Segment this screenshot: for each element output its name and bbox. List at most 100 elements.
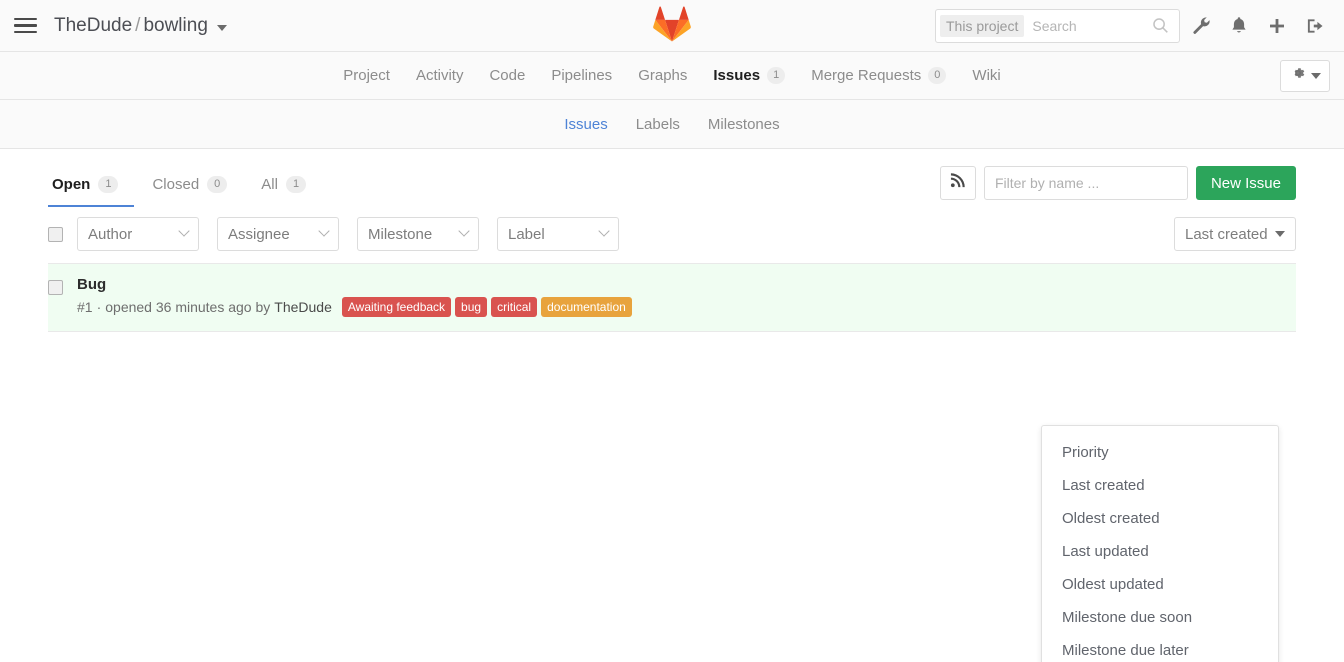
nav-label: Pipelines (551, 67, 612, 84)
sub-nav-item-milestones[interactable]: Milestones (694, 116, 794, 133)
chevron-down-icon (1275, 231, 1285, 237)
sort-option-last-updated[interactable]: Last updated (1042, 535, 1278, 568)
project-nav-items: Project Activity Code Pipelines Graphs I… (330, 52, 1013, 99)
sort-button-label: Last created (1185, 226, 1268, 243)
nav-item-project[interactable]: Project (330, 52, 403, 99)
chevron-down-icon (217, 25, 227, 31)
gear-icon (1290, 65, 1306, 86)
chevron-down-icon (178, 225, 189, 236)
issues-page-content: Open 1 Closed 0 All 1 (0, 149, 1344, 332)
nav-label: Merge Requests (811, 67, 921, 84)
label-chip[interactable]: critical (491, 297, 537, 317)
sub-nav-item-issues[interactable]: Issues (550, 116, 621, 133)
filter-by-name-input[interactable] (984, 166, 1188, 200)
sort-option-last-created[interactable]: Last created (1042, 469, 1278, 502)
issues-sub-nav: Issues Labels Milestones (0, 100, 1344, 149)
rss-icon (950, 173, 965, 193)
tab-all[interactable]: All 1 (257, 176, 322, 207)
nav-item-graphs[interactable]: Graphs (625, 52, 700, 99)
tab-label: Closed (152, 176, 199, 193)
nav-item-wiki[interactable]: Wiki (959, 52, 1013, 99)
issues-toolbar: Open 1 Closed 0 All 1 (48, 149, 1296, 207)
tab-count-closed: 0 (207, 176, 227, 192)
header-actions: This project (935, 9, 1332, 43)
issue-select-checkbox[interactable] (48, 280, 63, 295)
chevron-down-icon (318, 225, 329, 236)
issue-labels: Awaiting feedback bug critical documenta… (342, 297, 632, 317)
issue-body: Bug #1 · opened 36 minutes ago by TheDud… (77, 276, 632, 317)
chevron-down-icon (1311, 73, 1321, 79)
sort-option-oldest-created[interactable]: Oldest created (1042, 502, 1278, 535)
issue-meta-separator: · (97, 299, 102, 315)
breadcrumb[interactable]: TheDude / bowling (54, 15, 227, 37)
issue-filters-row: Author Assignee Milestone Label Last cre… (48, 207, 1296, 261)
filter-label: Milestone (368, 226, 432, 243)
wrench-icon[interactable] (1184, 9, 1218, 43)
filter-label: Label (508, 226, 545, 243)
filter-dropdown-label[interactable]: Label (497, 217, 619, 251)
issue-list: Bug #1 · opened 36 minutes ago by TheDud… (48, 263, 1296, 332)
search-input[interactable] (1024, 17, 1152, 35)
nav-label: Issues (713, 67, 760, 84)
sort-dropdown-button[interactable]: Last created (1174, 217, 1296, 251)
sub-nav-label: Issues (564, 116, 607, 133)
sign-out-icon[interactable] (1298, 9, 1332, 43)
nav-label: Project (343, 67, 390, 84)
chevron-down-icon (458, 225, 469, 236)
label-chip[interactable]: Awaiting feedback (342, 297, 451, 317)
tab-open[interactable]: Open 1 (48, 176, 134, 207)
nav-badge-issues: 1 (767, 67, 785, 83)
sub-nav-label: Labels (636, 116, 680, 133)
plus-icon[interactable] (1260, 9, 1294, 43)
sort-option-oldest-updated[interactable]: Oldest updated (1042, 568, 1278, 601)
chevron-down-icon (598, 225, 609, 236)
nav-item-merge-requests[interactable]: Merge Requests 0 (798, 52, 959, 99)
table-row[interactable]: Bug #1 · opened 36 minutes ago by TheDud… (48, 264, 1296, 332)
issue-id: #1 (77, 299, 93, 315)
tab-count-open: 1 (98, 176, 118, 192)
issue-opened-text: opened 36 minutes ago by (105, 299, 270, 315)
toolbar-actions: New Issue (940, 166, 1296, 200)
issue-state-tabs: Open 1 Closed 0 All 1 (48, 159, 336, 207)
gitlab-logo[interactable] (653, 5, 691, 46)
tab-label: Open (52, 176, 90, 193)
sort-option-priority[interactable]: Priority (1042, 436, 1278, 469)
label-chip[interactable]: bug (455, 297, 487, 317)
filter-dropdown-milestone[interactable]: Milestone (357, 217, 479, 251)
global-search[interactable]: This project (935, 9, 1180, 43)
new-issue-button[interactable]: New Issue (1196, 166, 1296, 200)
search-scope-badge[interactable]: This project (940, 15, 1024, 37)
search-icon (1152, 17, 1169, 34)
rss-button[interactable] (940, 166, 976, 200)
select-all-checkbox[interactable] (48, 227, 63, 242)
project-nav: Project Activity Code Pipelines Graphs I… (0, 52, 1344, 100)
nav-label: Wiki (972, 67, 1000, 84)
issue-title[interactable]: Bug (77, 276, 632, 293)
bell-icon[interactable] (1222, 9, 1256, 43)
breadcrumb-owner: TheDude (54, 15, 132, 37)
tab-label: All (261, 176, 278, 193)
sort-dropdown-menu: Priority Last created Oldest created Las… (1041, 425, 1279, 662)
tab-count-all: 1 (286, 176, 306, 192)
nav-badge-merge-requests: 0 (928, 67, 946, 83)
issue-author[interactable]: TheDude (274, 299, 332, 315)
tab-closed[interactable]: Closed 0 (148, 176, 243, 207)
filter-dropdown-assignee[interactable]: Assignee (217, 217, 339, 251)
top-header: TheDude / bowling This project (0, 0, 1344, 52)
nav-item-issues[interactable]: Issues 1 (700, 52, 798, 99)
filter-dropdown-author[interactable]: Author (77, 217, 199, 251)
nav-item-pipelines[interactable]: Pipelines (538, 52, 625, 99)
filter-label: Author (88, 226, 132, 243)
nav-label: Activity (416, 67, 464, 84)
sort-option-milestone-due-soon[interactable]: Milestone due soon (1042, 601, 1278, 634)
nav-item-code[interactable]: Code (476, 52, 538, 99)
hamburger-icon[interactable] (14, 13, 40, 39)
issue-meta: #1 · opened 36 minutes ago by TheDude Aw… (77, 297, 632, 317)
sort-option-milestone-due-later[interactable]: Milestone due later (1042, 634, 1278, 662)
label-chip[interactable]: documentation (541, 297, 632, 317)
nav-label: Code (489, 67, 525, 84)
nav-item-activity[interactable]: Activity (403, 52, 477, 99)
settings-dropdown-button[interactable] (1280, 60, 1330, 92)
nav-label: Graphs (638, 67, 687, 84)
sub-nav-item-labels[interactable]: Labels (622, 116, 694, 133)
